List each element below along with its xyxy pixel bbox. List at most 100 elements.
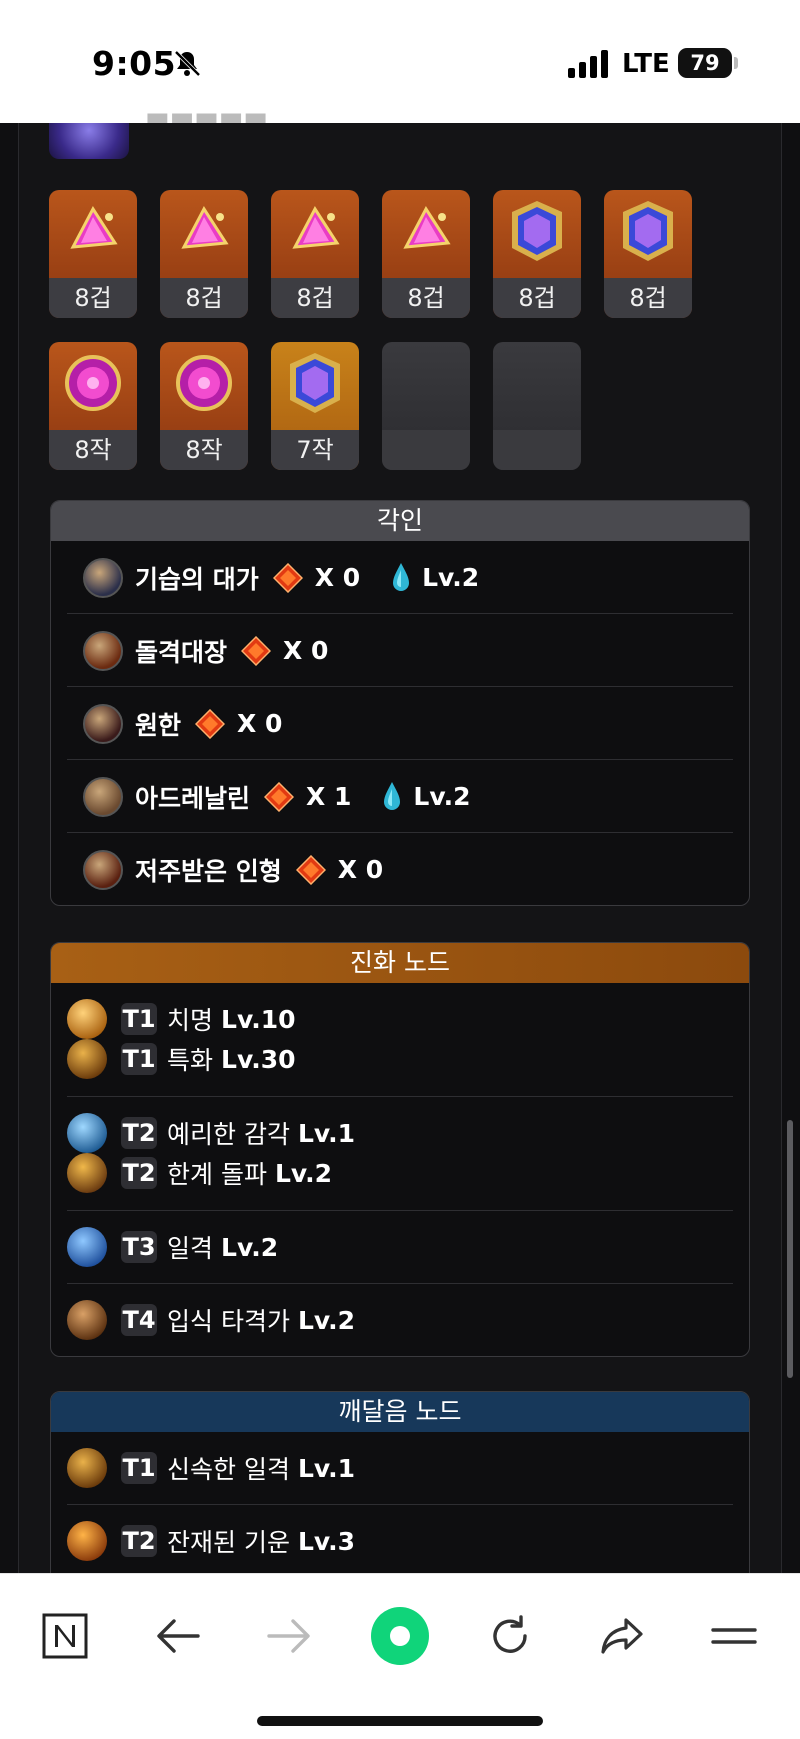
scrollbar[interactable] xyxy=(787,1120,793,1378)
gem-label: 8겁 xyxy=(160,278,248,318)
node-name: 잔재된 기운 xyxy=(167,1528,290,1557)
engraving-row[interactable]: 기습의 대가 X 0 Lv.2 xyxy=(67,541,733,614)
ability-stone-icon xyxy=(384,781,401,810)
arrow-left-icon[interactable] xyxy=(146,1604,210,1668)
engraving-name: 돌격대장 xyxy=(135,637,228,667)
engraving-row[interactable]: 아드레날린 X 1 Lv.2 xyxy=(67,760,733,833)
evolution-node-item[interactable]: T2 예리한 감각 Lv.1 xyxy=(67,1113,733,1153)
node-level: Lv.10 xyxy=(221,1004,296,1034)
engraving-count: X 0 xyxy=(337,855,384,884)
node-icon xyxy=(67,999,107,1039)
ability-stone-icon xyxy=(393,562,410,591)
node-icon xyxy=(67,1521,107,1561)
gem-slot[interactable]: 8작 xyxy=(160,342,248,470)
node-icon xyxy=(67,1039,107,1079)
evolution-node-section: 진화 노드 T1 치명 Lv.10 T1 특화 Lv.30 T2 예리한 감각 Lv.1 T2 한계… xyxy=(50,942,750,1357)
evolution-node-item[interactable]: T2 한계 돌파 Lv.2 xyxy=(67,1153,733,1193)
gem-slot-empty[interactable] xyxy=(382,342,470,470)
evolution-node-group: T2 예리한 감각 Lv.1 T2 한계 돌파 Lv.2 xyxy=(67,1097,733,1211)
network-type: LTE xyxy=(622,49,670,79)
node-level: Lv.2 xyxy=(274,1158,333,1188)
enlightenment-node-item[interactable]: T1 신속한 일격 Lv.1 xyxy=(67,1448,733,1488)
tier-badge: T3 xyxy=(121,1231,157,1263)
evolution-node-group: T3 일격 Lv.2 xyxy=(67,1211,733,1284)
evolution-node-item[interactable]: T1 치명 Lv.10 xyxy=(67,999,733,1039)
evolution-node-title: 진화 노드 xyxy=(51,943,749,983)
relic-stone-icon xyxy=(264,781,295,812)
character-avatar[interactable] xyxy=(49,123,129,159)
engraving-icon xyxy=(83,703,123,744)
gem-label-empty xyxy=(382,430,470,470)
node-level: Lv.2 xyxy=(297,1305,356,1335)
gem-label: 8작 xyxy=(160,430,248,470)
gem-label: 7작 xyxy=(271,430,359,470)
gem-icon xyxy=(172,348,236,418)
gem-slot[interactable]: 8겁 xyxy=(493,190,581,318)
node-name: 신속한 일격 xyxy=(167,1455,290,1484)
engraving-section: 각인 기습의 대가 X 0 Lv.2 돌격대장 X 0 원한 X 0 아드레날린 X 1 Lv.2… xyxy=(50,500,750,906)
node-name: 입식 타격가 xyxy=(167,1307,290,1336)
node-name: 한계 돌파 xyxy=(167,1160,267,1189)
evolution-node-item[interactable]: T3 일격 Lv.2 xyxy=(67,1227,733,1267)
gem-slot[interactable]: 8겁 xyxy=(160,190,248,318)
enlightenment-node-item[interactable]: T2 잔재된 기운 Lv.3 xyxy=(67,1521,733,1561)
gem-icon xyxy=(61,348,125,418)
engraving-level: Lv.2 xyxy=(422,563,480,592)
tier-badge: T1 xyxy=(121,1043,157,1075)
gem-slot[interactable]: 7작 xyxy=(271,342,359,470)
arrow-right-icon[interactable] xyxy=(257,1604,321,1668)
engraving-name: 원한 xyxy=(135,710,182,740)
relic-stone-icon xyxy=(295,854,326,885)
gem-icon xyxy=(616,196,680,266)
engraving-row[interactable]: 돌격대장 X 0 xyxy=(67,614,733,687)
gem-slot-empty[interactable] xyxy=(493,342,581,470)
enlightenment-node-section: 깨달음 노드 T1 신속한 일격 Lv.1 T2 잔재된 기운 Lv.3 xyxy=(50,1391,750,1591)
reload-icon[interactable] xyxy=(478,1604,542,1668)
tier-badge: T2 xyxy=(121,1117,157,1149)
gem-icon xyxy=(505,196,569,266)
engraving-row[interactable]: 원한 X 0 xyxy=(67,687,733,760)
node-name: 일격 xyxy=(167,1234,214,1263)
gem-slot[interactable]: 8겁 xyxy=(382,190,470,318)
cut-off-title: ▬▬▬▬▬ ▬▬▬ xyxy=(145,108,268,132)
status-time: 9:05 xyxy=(92,44,177,83)
engraving-count: X 0 xyxy=(283,636,329,665)
gem-icon xyxy=(283,348,347,418)
enlightenment-node-group: T1 신속한 일격 Lv.1 xyxy=(67,1432,733,1505)
engraving-count: X 1 xyxy=(306,782,352,811)
engraving-level: Lv.2 xyxy=(413,782,471,811)
engraving-count: X 0 xyxy=(314,563,361,592)
share-icon[interactable] xyxy=(590,1604,654,1668)
engraving-row[interactable]: 저주받은 인형 X 0 xyxy=(67,833,733,905)
gem-label: 8작 xyxy=(49,430,137,470)
node-name: 특화 xyxy=(167,1046,214,1075)
gem-slot[interactable]: 8겁 xyxy=(271,190,359,318)
node-icon xyxy=(67,1448,107,1488)
engraving-count: X 0 xyxy=(237,709,283,738)
green-circle-icon[interactable] xyxy=(368,1604,432,1668)
battery-level: 79 xyxy=(678,48,732,78)
battery-nub xyxy=(734,57,738,69)
evolution-node-item[interactable]: T1 특화 Lv.30 xyxy=(67,1039,733,1079)
node-icon xyxy=(67,1113,107,1153)
gem-label: 8겁 xyxy=(271,278,359,318)
node-icon xyxy=(67,1153,107,1193)
gem-label: 8겁 xyxy=(604,278,692,318)
gem-slot[interactable]: 8겁 xyxy=(604,190,692,318)
node-name: 예리한 감각 xyxy=(167,1120,290,1149)
n-square-icon[interactable] xyxy=(33,1604,97,1668)
app-root: 9:05 LTE 79 ▬▬▬▬▬ ▬▬▬ 8겁 8겁 8겁 8겁 8겁 8겁 8작 8작 7작… xyxy=(0,0,800,1739)
engraving-title: 각인 xyxy=(51,501,749,541)
gem-slot[interactable]: 8겁 xyxy=(49,190,137,318)
engraving-icon xyxy=(83,630,123,671)
node-level: Lv.1 xyxy=(297,1453,356,1483)
engraving-name: 아드레날린 xyxy=(135,783,251,813)
gem-slot[interactable]: 8작 xyxy=(49,342,137,470)
home-indicator xyxy=(257,1716,543,1726)
node-icon xyxy=(67,1227,107,1267)
gem-icon xyxy=(283,196,347,266)
evolution-node-item[interactable]: T4 입식 타격가 Lv.2 xyxy=(67,1300,733,1340)
menu-icon[interactable] xyxy=(702,1604,766,1668)
relic-stone-icon xyxy=(195,708,226,739)
node-level: Lv.3 xyxy=(297,1526,356,1556)
